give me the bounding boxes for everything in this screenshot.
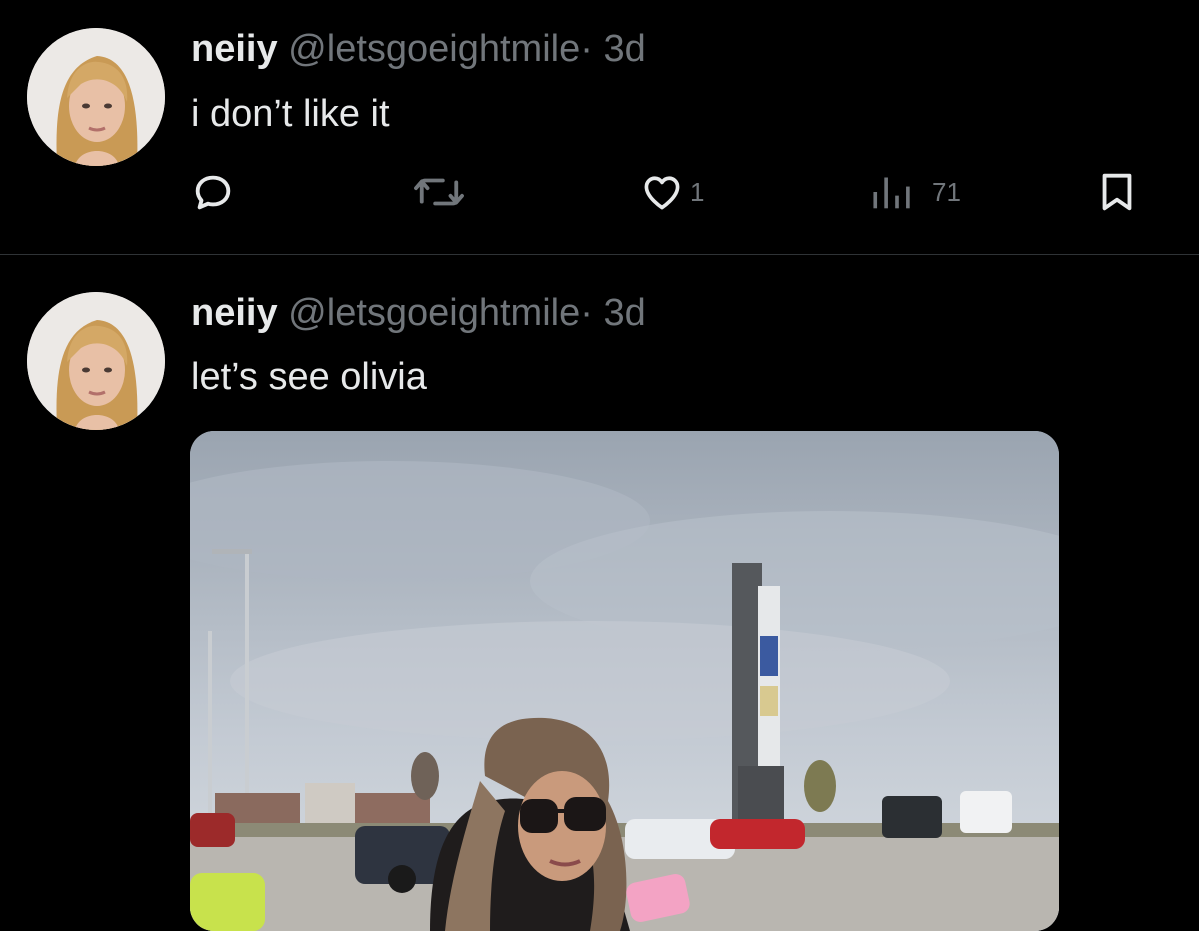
avatar[interactable] xyxy=(27,292,165,430)
user-handle[interactable]: @letsgoeightmile xyxy=(288,28,580,70)
tweet-actions: 1 71 xyxy=(0,165,1199,219)
user-handle[interactable]: @letsgoeightmile xyxy=(288,292,580,334)
views-chart-icon xyxy=(873,177,910,209)
retweet-icon xyxy=(414,178,464,206)
retweet-button[interactable] xyxy=(412,165,472,219)
separator-dot: · xyxy=(580,28,593,70)
timestamp[interactable]: 3d xyxy=(603,292,645,334)
views-button[interactable]: 71 xyxy=(868,165,961,219)
tweet-media-photo[interactable] xyxy=(190,431,1059,931)
tweet: neiiy @letsgoeightmile· 3d let’s see oli… xyxy=(0,255,1199,931)
tweet-text: i don’t like it xyxy=(191,93,390,135)
heart-icon xyxy=(644,176,680,210)
bookmark-button[interactable] xyxy=(1094,165,1140,219)
tweet-text: let’s see olivia xyxy=(191,356,427,398)
woman-portrait-avatar-image xyxy=(27,292,165,430)
like-count: 1 xyxy=(690,176,705,207)
like-button[interactable]: 1 xyxy=(640,165,704,219)
display-name[interactable]: neiiy xyxy=(191,28,278,70)
tweet: neiiy @letsgoeightmile· 3d i don’t like … xyxy=(0,0,1199,255)
separator-dot: · xyxy=(580,292,593,334)
reply-icon xyxy=(195,175,231,210)
tweet-header: neiiy @letsgoeightmile· 3d xyxy=(191,289,646,337)
woman-in-sunglasses-parking-lot-photo xyxy=(190,431,1059,931)
timestamp[interactable]: 3d xyxy=(603,28,645,70)
bookmark-icon xyxy=(1102,173,1132,211)
views-count: 71 xyxy=(932,176,961,207)
tweet-header: neiiy @letsgoeightmile· 3d xyxy=(191,25,646,73)
woman-portrait-avatar-image xyxy=(27,28,165,166)
display-name[interactable]: neiiy xyxy=(191,292,278,334)
reply-button[interactable] xyxy=(190,165,242,219)
avatar[interactable] xyxy=(27,28,165,166)
